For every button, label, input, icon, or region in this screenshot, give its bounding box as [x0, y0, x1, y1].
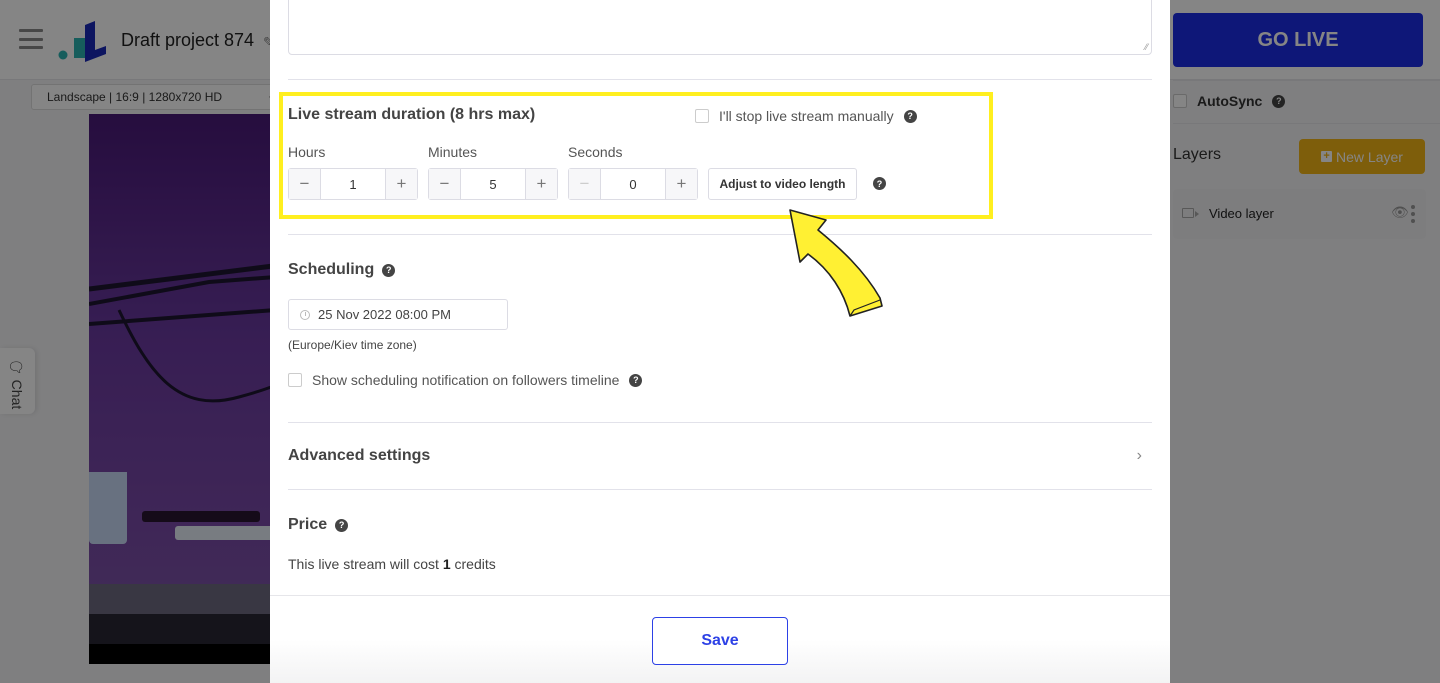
modal-footer: Save	[270, 595, 1170, 683]
price-text-before: This live stream will cost	[288, 556, 443, 572]
advanced-settings-label: Advanced settings	[288, 447, 431, 464]
schedule-datetime-value: 25 Nov 2022 08:00 PM	[318, 307, 451, 322]
scheduling-title-text: Scheduling	[288, 261, 375, 278]
clock-icon	[300, 309, 310, 320]
divider	[288, 234, 1152, 235]
notify-followers-checkbox[interactable]	[288, 373, 302, 387]
divider	[288, 79, 1152, 80]
price-credits: 1	[442, 556, 451, 572]
price-text: This live stream will cost 1 credits	[288, 556, 496, 572]
description-textarea[interactable]: ⁄⁄	[288, 0, 1152, 55]
resize-handle-icon[interactable]: ⁄⁄	[1145, 42, 1148, 52]
price-title-text: Price	[288, 516, 328, 533]
annotation-highlight-box	[279, 92, 993, 219]
schedule-datetime-input[interactable]: 25 Nov 2022 08:00 PM	[288, 299, 508, 330]
help-icon[interactable]: ?	[335, 518, 349, 532]
price-title: Price ?	[288, 516, 349, 534]
scheduling-title: Scheduling ?	[288, 261, 396, 279]
help-icon[interactable]: ?	[629, 373, 643, 387]
chevron-right-icon: ›	[1136, 447, 1142, 464]
live-stream-settings-modal: ⁄⁄ Live stream duration (8 hrs max) I'll…	[270, 0, 1170, 683]
timezone-note: (Europe/Kiev time zone)	[288, 338, 417, 352]
divider	[288, 489, 1152, 490]
help-icon[interactable]: ?	[382, 263, 396, 277]
notify-followers-label[interactable]: Show scheduling notification on follower…	[312, 372, 619, 388]
notify-followers-row: Show scheduling notification on follower…	[288, 372, 643, 388]
annotation-arrow-icon	[789, 209, 883, 317]
price-text-after: credits	[450, 556, 496, 572]
advanced-settings-row[interactable]: Advanced settings ›	[288, 423, 1152, 489]
save-button[interactable]: Save	[652, 617, 788, 665]
